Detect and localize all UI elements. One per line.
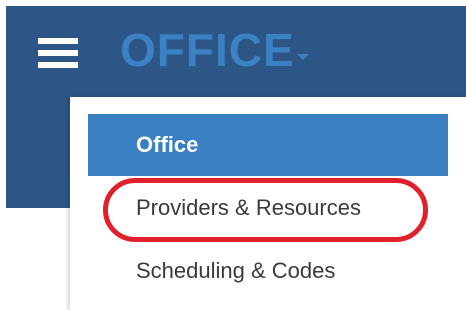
menu-item-label: Scheduling & Codes <box>136 258 336 283</box>
menu-item-providers-resources[interactable]: Providers & Resources <box>88 177 388 239</box>
menu-item-office[interactable]: Office <box>88 114 448 176</box>
office-dropdown-toggle[interactable]: OFFICE <box>120 20 309 80</box>
office-title: OFFICE <box>120 24 295 76</box>
hamburger-menu-icon[interactable] <box>38 38 78 68</box>
caret-down-icon <box>296 54 309 60</box>
office-dropdown-menu: Office Providers & Resources Scheduling … <box>70 97 466 310</box>
menu-item-scheduling-codes[interactable]: Scheduling & Codes <box>88 240 408 302</box>
menu-item-label: Office <box>136 132 199 157</box>
menu-item-label: Providers & Resources <box>136 195 361 220</box>
